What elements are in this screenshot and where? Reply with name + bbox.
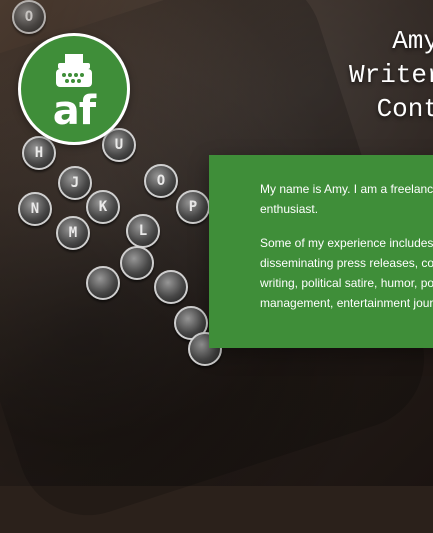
typewriter-key: N	[18, 192, 52, 226]
typewriter-key-blank	[120, 246, 154, 280]
typewriter-key: O	[144, 164, 178, 198]
logo[interactable]: af	[18, 33, 130, 145]
typewriter-icon	[52, 53, 96, 89]
typewriter-key: M	[56, 216, 90, 250]
bio-paragraph-2: Some of my experience includes gh dissem…	[260, 233, 433, 313]
title-line: Writer	[349, 60, 433, 90]
bio-paragraph-1: My name is Amy. I am a freelance w enthu…	[260, 179, 433, 219]
title-line: Cont	[376, 94, 433, 124]
bio-text: My name is Amy. I am a freelance w enthu…	[260, 179, 433, 327]
typewriter-key: L	[126, 214, 160, 248]
typewriter-key: H	[22, 136, 56, 170]
bio-panel: My name is Amy. I am a freelance w enthu…	[209, 155, 433, 348]
bio-line: My name is Amy. I am a freelance w	[260, 182, 433, 196]
logo-text: af	[52, 88, 96, 134]
typewriter-key: P	[176, 190, 210, 224]
typewriter-key-blank	[86, 266, 120, 300]
bio-line: disseminating press releases, const	[260, 256, 433, 270]
bio-line: management, entertainment journa	[260, 296, 433, 310]
typewriter-key: O	[12, 0, 46, 34]
typewriter-key: J	[58, 166, 92, 200]
bio-line: Some of my experience includes gh	[260, 236, 433, 250]
page-title: Amy Writer Cont	[349, 24, 433, 126]
bio-line: enthusiast.	[260, 202, 319, 216]
typewriter-key: K	[86, 190, 120, 224]
typewriter-key-blank	[154, 270, 188, 304]
title-line: Amy	[392, 26, 433, 56]
bio-line: writing, political satire, humor, polit	[260, 276, 433, 290]
